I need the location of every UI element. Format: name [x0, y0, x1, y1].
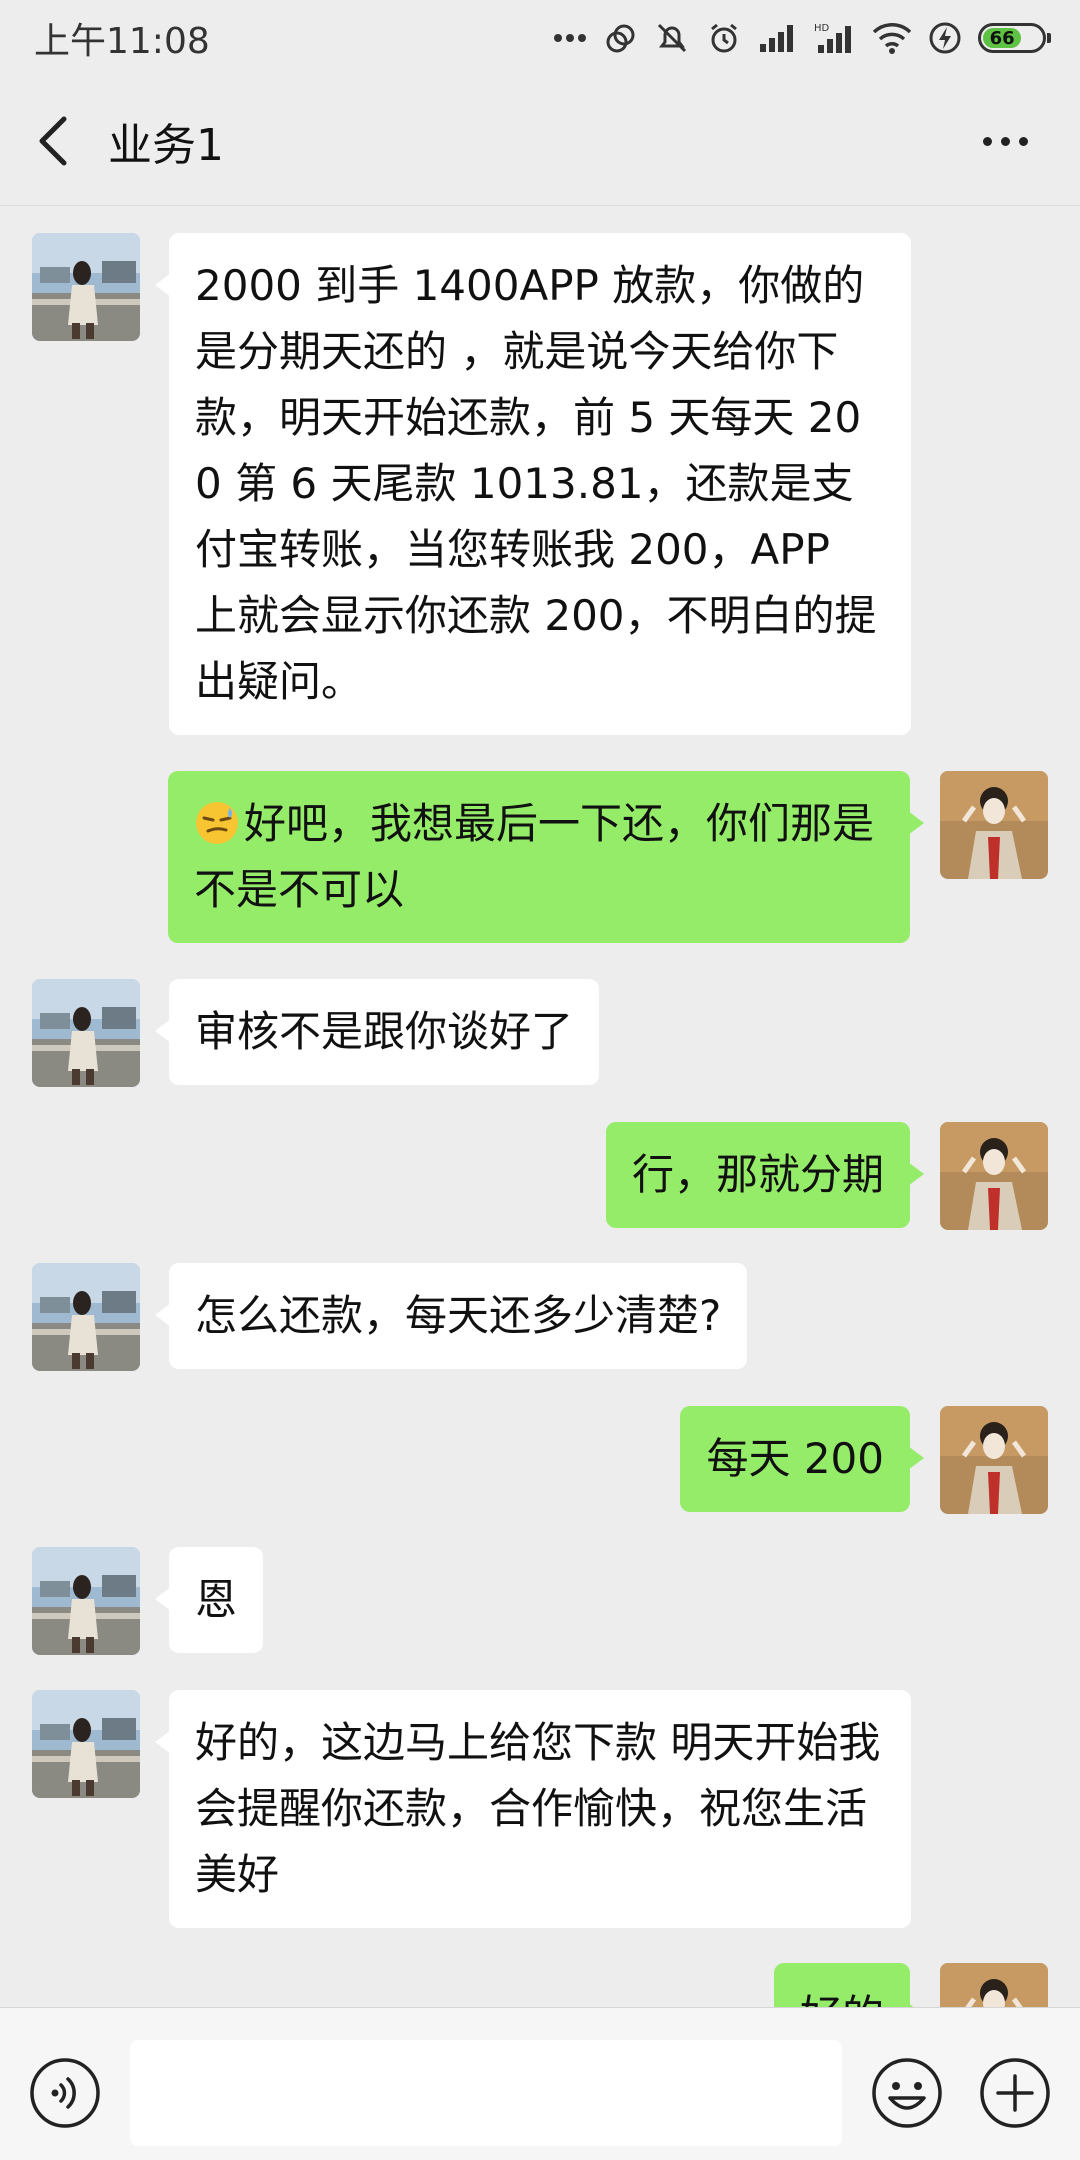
contact-avatar[interactable] — [32, 1547, 140, 1655]
more-dot — [1000, 136, 1010, 146]
svg-text:HD: HD — [814, 23, 830, 34]
incoming-message[interactable]: 2000 到手 1400APP 放款，你做的是分期天还的 ，就是说今天给你下款，… — [155, 233, 911, 735]
voice-icon — [30, 2058, 100, 2128]
contact-avatar[interactable] — [32, 1263, 140, 1371]
more-dot — [982, 136, 992, 146]
wifi-icon — [872, 23, 912, 54]
message-text: 好的，这边马上给您下款 明天开始我会提醒你还款，合作愉快，祝您生活美好 — [195, 1718, 881, 1899]
message-text: 行，那就分期 — [631, 1150, 884, 1199]
status-time: 上午11:08 — [34, 21, 210, 62]
contact-avatar[interactable] — [32, 979, 140, 1087]
my-avatar[interactable] — [940, 771, 1048, 879]
message-text: 好的 — [800, 1991, 884, 2007]
more-notifications-icon — [554, 34, 586, 42]
battery-icon: 66 — [978, 23, 1051, 53]
outgoing-message[interactable]: 每天 200 — [680, 1406, 924, 1512]
back-button[interactable] — [4, 76, 104, 206]
message-text: 好吧，我想最后一下还，你们那是不是不可以 — [194, 799, 875, 914]
status-icons: HD 66 — [552, 20, 1051, 56]
chat-title: 业务1 — [108, 119, 224, 171]
signal-icon — [760, 25, 793, 52]
message-text: 2000 到手 1400APP 放款，你做的是分期天还的 ，就是说今天给你下款，… — [195, 261, 877, 706]
more-button[interactable] — [970, 114, 1040, 168]
plus-icon — [980, 2058, 1050, 2128]
smirk-sweat-emoji-icon — [196, 802, 238, 844]
message-text: 恩 — [195, 1575, 238, 1624]
my-avatar[interactable] — [940, 1406, 1048, 1514]
message-text: 审核不是跟你谈好了 — [195, 1007, 574, 1056]
my-avatar[interactable] — [940, 1963, 1048, 2007]
charging-icon — [929, 22, 961, 54]
input-bar — [0, 2007, 1080, 2160]
alarm-icon — [711, 23, 737, 53]
outgoing-message[interactable]: 好的 — [773, 1963, 925, 2007]
message-list[interactable]: 2000 到手 1400APP 放款，你做的是分期天还的 ，就是说今天给你下款，… — [0, 207, 1080, 2007]
hd-signal-icon: HD — [814, 23, 851, 53]
incoming-message[interactable]: 恩 — [154, 1547, 264, 1653]
battery-level: 66 — [983, 28, 1022, 49]
message-input[interactable] — [130, 2040, 842, 2146]
more-functions-button[interactable] — [978, 2056, 1052, 2130]
outgoing-message[interactable]: 行，那就分期 — [605, 1122, 925, 1228]
chat-header: 业务1 — [0, 76, 1080, 206]
incoming-message[interactable]: 怎么还款，每天还多少清楚? — [154, 1263, 748, 1369]
incoming-message[interactable]: 好的，这边马上给您下款 明天开始我会提醒你还款，合作愉快，祝您生活美好 — [155, 1690, 911, 1928]
link-icon — [606, 24, 635, 53]
emoji-icon — [872, 2058, 942, 2128]
emoji-button[interactable] — [870, 2056, 944, 2130]
message-text: 每天 200 — [706, 1434, 884, 1483]
more-dot — [1018, 136, 1028, 146]
my-avatar[interactable] — [940, 1122, 1048, 1230]
message-text: 怎么还款，每天还多少清楚? — [195, 1291, 722, 1340]
contact-avatar[interactable] — [32, 1690, 140, 1798]
status-bar: 上午11:08 HD 66 — [0, 0, 1080, 76]
voice-button[interactable] — [28, 2056, 102, 2130]
incoming-message[interactable]: 审核不是跟你谈好了 — [154, 979, 600, 1085]
back-arrow-icon — [39, 116, 67, 165]
contact-avatar[interactable] — [32, 233, 140, 341]
outgoing-message[interactable]: 好吧，我想最后一下还，你们那是不是不可以 — [168, 771, 924, 943]
mute-icon — [657, 23, 687, 53]
